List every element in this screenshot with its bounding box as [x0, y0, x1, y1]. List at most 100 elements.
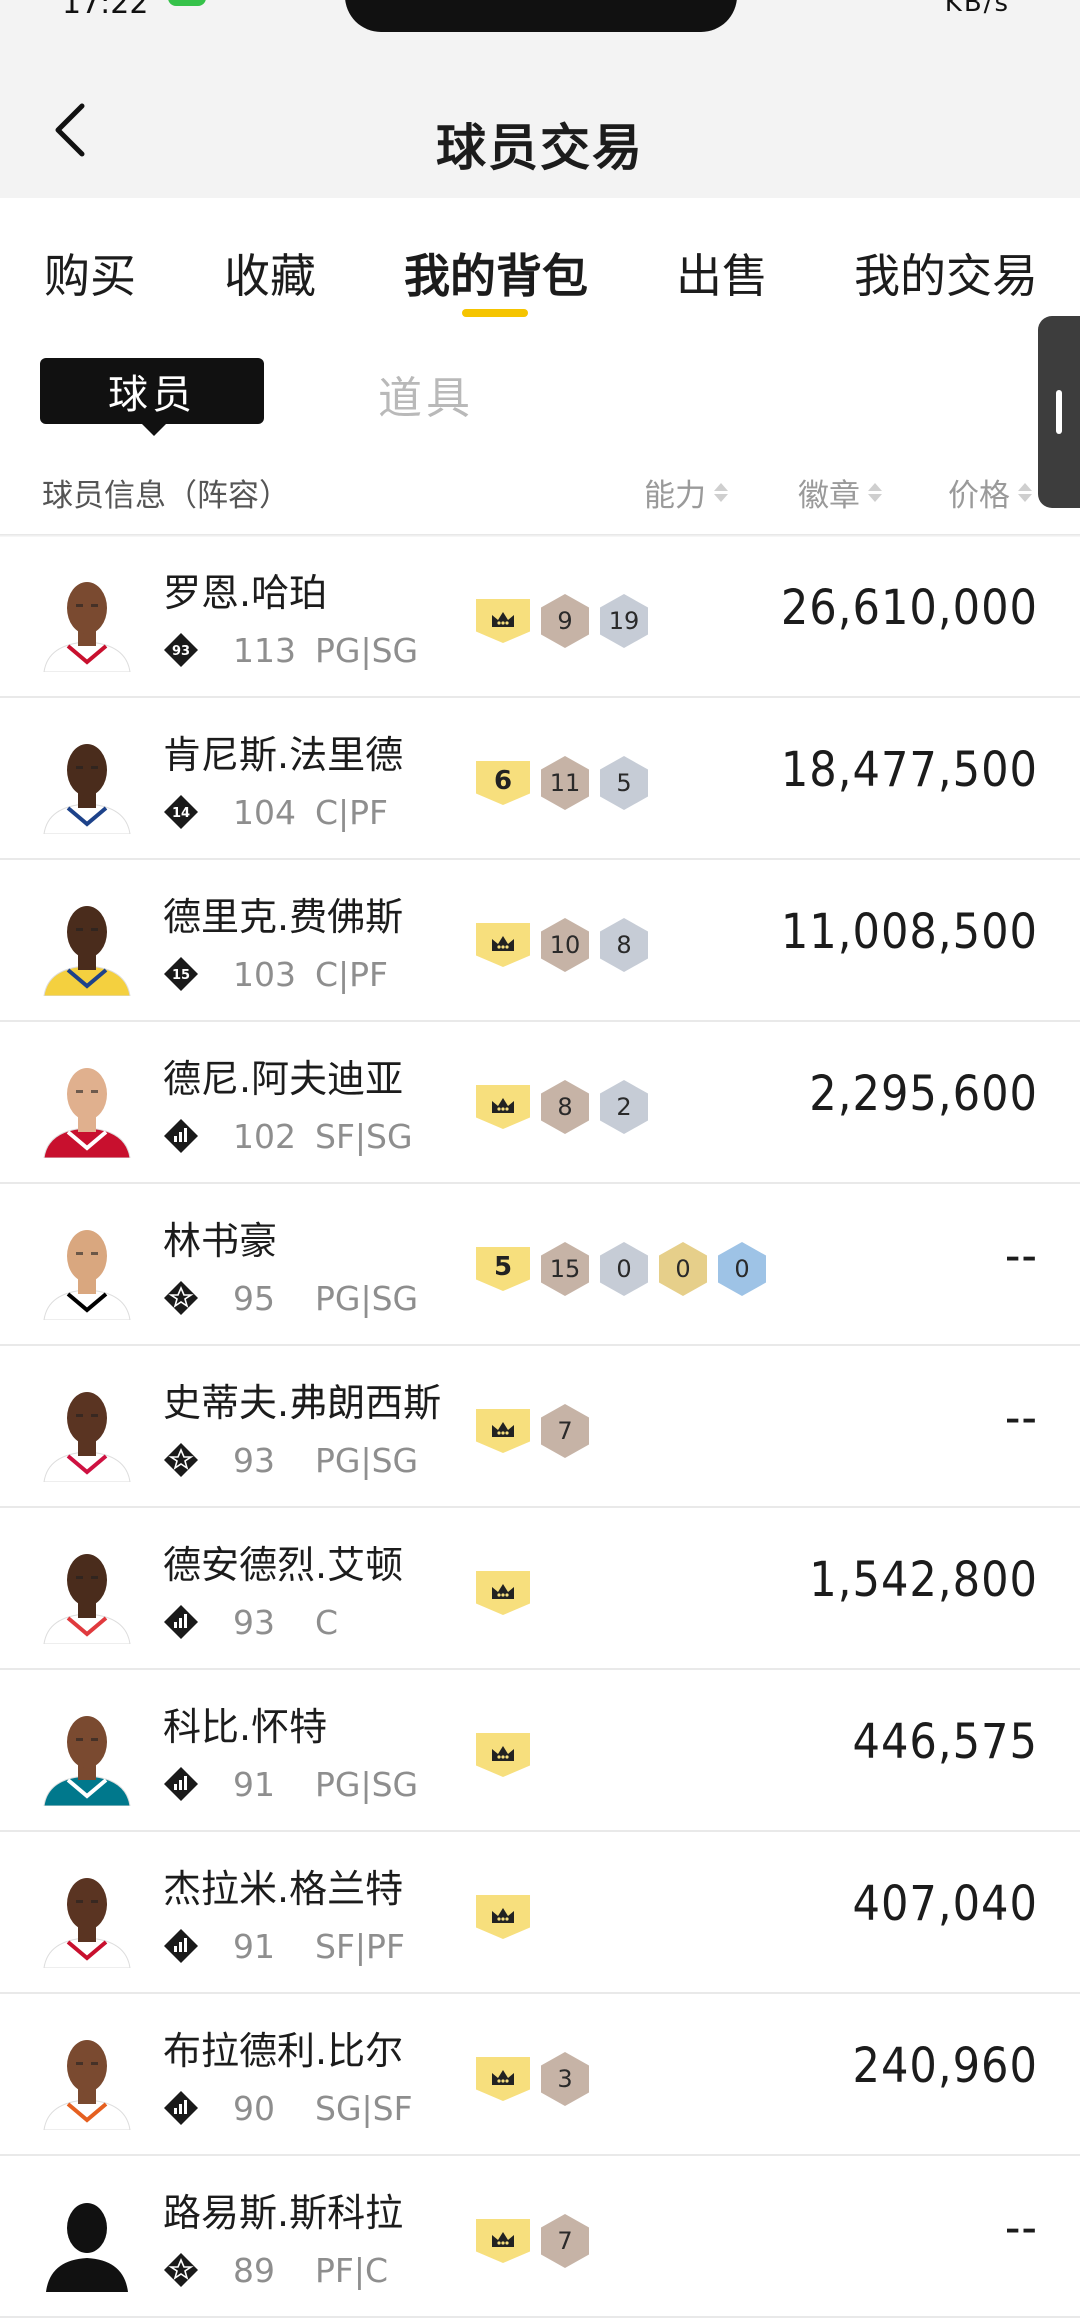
dynamic-island [345, 0, 737, 32]
crown-icon [492, 1422, 514, 1437]
player-avatar [38, 1862, 136, 1968]
crown-icon [492, 2070, 514, 2085]
player-meta: 89 PF|C [163, 2250, 388, 2290]
badge-blue: 0 [718, 1242, 766, 1296]
player-meta: 91 SF|PF [163, 1926, 405, 1966]
badge-group [476, 1566, 541, 1620]
player-position: C [315, 1602, 339, 1642]
player-name: 路易斯.斯科拉 [163, 2191, 404, 2235]
player-price: 11,008,500 [780, 904, 1038, 960]
player-position: C|PF [315, 954, 389, 994]
crown-icon [492, 1908, 514, 1923]
badge-gold: 0 [659, 1242, 707, 1296]
crown-badge [476, 599, 530, 643]
player-row[interactable]: 德尼.阿夫迪亚 102 SF|SG 8 2 2,295,600 [0, 1022, 1080, 1184]
crown-badge: 5 [476, 1247, 530, 1291]
player-price: 26,610,000 [780, 580, 1038, 636]
sub-tabs: 球员 道具 [0, 350, 1080, 450]
player-price: 2,295,600 [809, 1066, 1038, 1122]
badge-group: 82 [476, 1080, 659, 1134]
player-position: C|PF [315, 792, 389, 832]
crown-icon [492, 1584, 514, 1599]
badge-count: 0 [616, 1255, 632, 1283]
player-row[interactable]: 杰拉米.格兰特 91 SF|PF 407,040 [0, 1832, 1080, 1994]
tier-diamond-icon [163, 1766, 199, 1802]
sort-ability[interactable]: 能力 [644, 470, 728, 515]
player-row[interactable]: 德安德烈.艾顿 93 C 1,542,800 [0, 1508, 1080, 1670]
player-row[interactable]: 林书豪 95 PG|SG 5 15 0 0 0 -- [0, 1184, 1080, 1346]
player-price: -- [1004, 1390, 1038, 1446]
sort-badge[interactable]: 徽章 [798, 470, 882, 515]
tier-diamond-icon [163, 1442, 199, 1478]
player-position: PG|SG [315, 630, 419, 670]
network-speed: KB/s [944, 0, 1010, 18]
player-row[interactable]: 布拉德利.比尔 90 SG|SF 3 240,960 [0, 1994, 1080, 2156]
player-position: SF|PF [315, 1926, 405, 1966]
player-position: PG|SG [315, 1440, 419, 1480]
subtab-players[interactable]: 球员 [40, 358, 264, 436]
crown-level: 6 [493, 766, 513, 796]
player-avatar [38, 2186, 136, 2292]
badge-count: 8 [557, 1093, 573, 1121]
page-title: 球员交易 [436, 119, 644, 177]
player-row[interactable]: 肯尼斯.法里德 14 104 C|PF 6 11 5 18,477,500 [0, 698, 1080, 860]
badge-group [476, 1890, 541, 1944]
svg-text:93: 93 [172, 644, 190, 659]
player-name: 罗恩.哈珀 [163, 571, 328, 615]
sort-price[interactable]: 价格 [948, 470, 1032, 515]
player-avatar [38, 1538, 136, 1644]
badge-silver: 19 [600, 594, 648, 648]
player-price: 18,477,500 [780, 742, 1038, 798]
status-time: 17:22 [62, 0, 149, 21]
player-avatar [38, 1700, 136, 1806]
player-ovr: 91 [233, 1764, 275, 1804]
player-ovr: 102 [233, 1116, 296, 1156]
player-row[interactable]: 史蒂夫.弗朗西斯 93 PG|SG 7 -- [0, 1346, 1080, 1508]
player-avatar [38, 1214, 136, 1320]
page-header: 球员交易 [0, 60, 1080, 198]
player-price: 446,575 [852, 1714, 1038, 1770]
player-list: 罗恩.哈珀 93 113 PG|SG 9 19 26,610,000 肯尼斯.法里德 14 104… [0, 536, 1080, 2318]
player-name: 史蒂夫.弗朗西斯 [163, 1381, 442, 1425]
player-avatar [38, 2024, 136, 2130]
player-meta: 93 113 PG|SG [163, 630, 418, 670]
tier-diamond-icon [163, 2252, 199, 2288]
player-name: 杰拉米.格兰特 [163, 1867, 404, 1911]
player-meta: 90 SG|SF [163, 2088, 413, 2128]
tab-my-trades[interactable]: 我的交易 [854, 240, 1038, 306]
badge-silver: 8 [600, 918, 648, 972]
player-row[interactable]: 科比.怀特 91 PG|SG 446,575 [0, 1670, 1080, 1832]
badge-bronze: 3 [541, 2052, 589, 2106]
badge-bronze: 15 [541, 1242, 589, 1296]
svg-text:14: 14 [172, 806, 190, 821]
badge-silver: 0 [600, 1242, 648, 1296]
tab-favorites[interactable]: 收藏 [224, 240, 316, 306]
tab-buy[interactable]: 购买 [44, 240, 136, 306]
side-drawer-handle[interactable] [1038, 316, 1080, 508]
crown-badge [476, 1571, 530, 1615]
tab-my-backpack[interactable]: 我的背包 [404, 240, 588, 306]
subtab-items[interactable]: 道具 [378, 362, 474, 426]
main-tabs: 购买 收藏 我的背包 出售 我的交易 [0, 198, 1080, 328]
status-indicator [168, 0, 206, 6]
player-meta: 95 PG|SG [163, 1278, 418, 1318]
player-ovr: 103 [233, 954, 296, 994]
player-name: 德安德烈.艾顿 [163, 1543, 404, 1587]
player-name: 林书豪 [163, 1219, 278, 1263]
player-row[interactable]: 罗恩.哈珀 93 113 PG|SG 9 19 26,610,000 [0, 536, 1080, 698]
svg-text:15: 15 [172, 968, 190, 983]
column-badge-label: 徽章 [798, 478, 860, 514]
column-price-label: 价格 [948, 478, 1010, 514]
sort-arrows-icon [868, 483, 882, 502]
player-row[interactable]: 路易斯.斯科拉 89 PF|C 7 -- [0, 2156, 1080, 2318]
tier-diamond-icon: 93 [163, 632, 199, 668]
crown-badge [476, 1895, 530, 1939]
player-name: 布拉德利.比尔 [163, 2029, 404, 2073]
tab-sell[interactable]: 出售 [676, 240, 768, 306]
crown-icon [492, 1098, 514, 1113]
badge-group: 5 15 0 0 0 [476, 1242, 777, 1296]
badge-count: 11 [549, 769, 581, 797]
player-row[interactable]: 德里克.费佛斯 15 103 C|PF 10 8 11,008,500 [0, 860, 1080, 1022]
player-meta: 14 104 C|PF [163, 792, 388, 832]
player-ovr: 95 [233, 1278, 275, 1318]
